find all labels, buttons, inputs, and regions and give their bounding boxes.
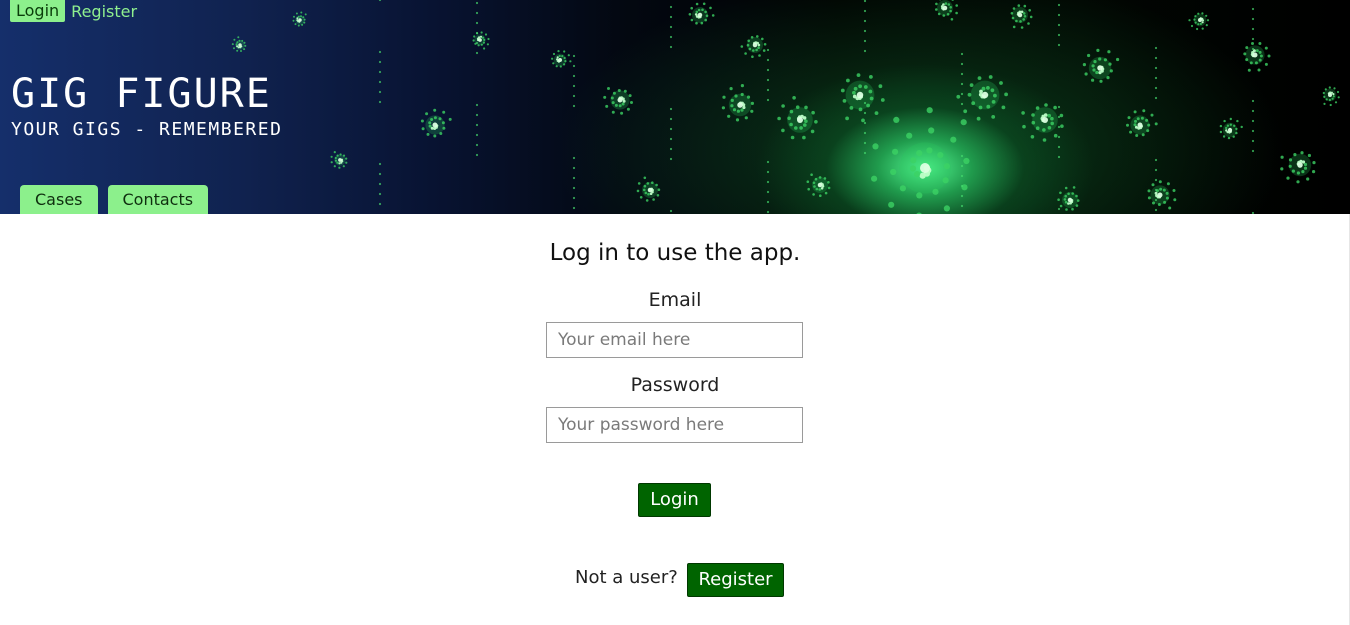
not-user-text: Not a user? (575, 567, 678, 588)
tab-cases[interactable]: Cases (20, 185, 98, 214)
register-button[interactable]: Register (687, 563, 784, 597)
site-tagline: YOUR GIGS - REMEMBERED (11, 119, 283, 140)
login-button[interactable]: Login (638, 483, 711, 517)
email-field[interactable] (546, 322, 803, 358)
brand: GIG FIGURE YOUR GIGS - REMEMBERED (11, 70, 282, 141)
header-register-link[interactable]: Register (71, 1, 137, 22)
tab-contacts[interactable]: Contacts (107, 185, 209, 214)
header-login-link[interactable]: Login (10, 0, 66, 22)
nav-tabs: Cases Contacts (20, 185, 209, 214)
login-panel: Log in to use the app. Email Password Lo… (0, 214, 1350, 625)
page-title: Log in to use the app. (549, 240, 801, 266)
password-label: Password (630, 374, 720, 396)
site-title: GIG FIGURE (11, 71, 272, 117)
site-header: Login Register GIG FIGURE YOUR GIGS - RE… (0, 0, 1350, 214)
email-label: Email (648, 289, 702, 311)
auth-links: Login Register (10, 0, 137, 22)
password-field[interactable] (546, 407, 803, 443)
